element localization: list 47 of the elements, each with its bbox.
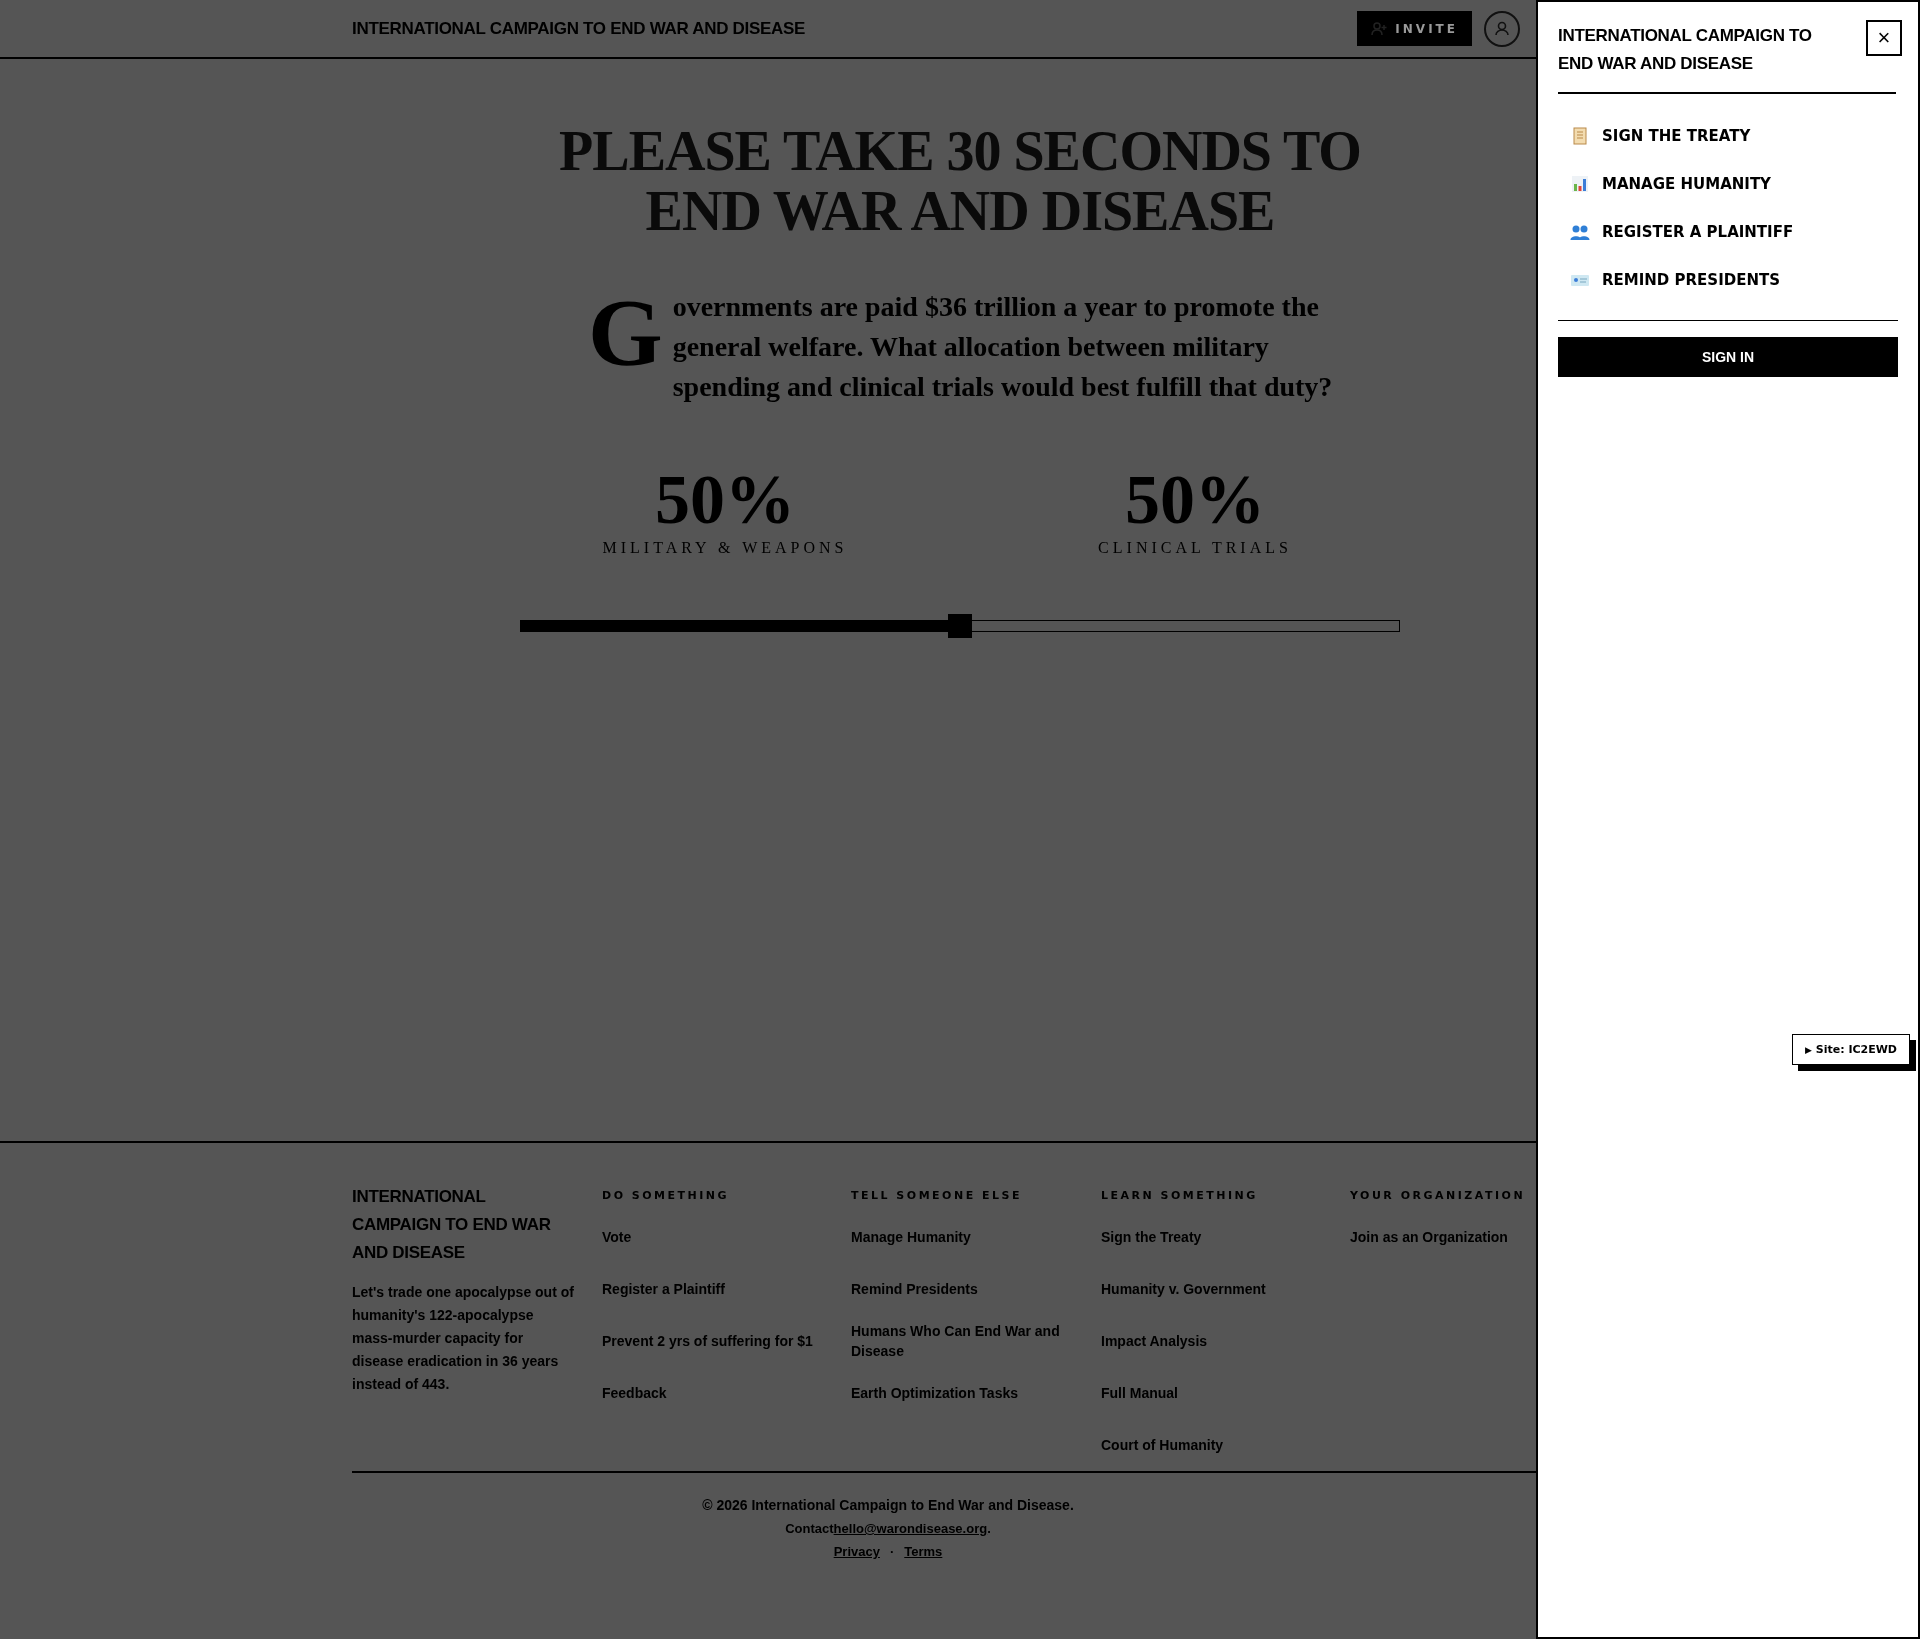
slider-handle[interactable] <box>948 614 972 638</box>
separator-dot: · <box>889 1544 895 1559</box>
invite-button[interactable]: INVITE <box>1357 11 1472 46</box>
footer-link[interactable]: Impact Analysis <box>1101 1321 1324 1361</box>
legal-link[interactable]: Privacy <box>833 1544 880 1559</box>
footer-link[interactable]: Court of Humanity <box>1101 1425 1324 1465</box>
page-heading: PLEASE TAKE 30 SECONDS TO END WAR AND DISEASE <box>558 121 1362 241</box>
legal-link[interactable]: Terms <box>904 1544 943 1559</box>
drop-cap: G <box>588 293 663 373</box>
footer-link[interactable]: Humanity v. Government <box>1101 1269 1324 1309</box>
menu-item[interactable]: REMIND PRESIDENTS <box>1570 256 1898 304</box>
footer-link[interactable]: Earth Optimization Tasks <box>851 1373 1075 1413</box>
footer-description: Let's trade one apocalypse out of humanity's 122-apocalypse mass-murder capacity for disease eradication in 36 years instead of 443. <box>352 1283 575 1394</box>
footer-heading: DO SOMETHING <box>602 1189 731 1204</box>
footer-link[interactable]: Manage Humanity <box>851 1217 1075 1257</box>
footer-link[interactable]: Full Manual <box>1101 1373 1324 1413</box>
contact-label: Contact <box>785 1521 834 1536</box>
percentage-value: 50% <box>655 463 795 537</box>
footer-link[interactable]: Humans Who Can End War and Disease <box>851 1321 1075 1361</box>
close-button[interactable]: × <box>1866 20 1902 56</box>
footer-heading: TELL SOMEONE ELSE <box>851 1189 1023 1204</box>
footer-link[interactable]: Prevent 2 yrs of suffering for $1 <box>602 1321 825 1361</box>
footer-heading: LEARN SOMETHING <box>1101 1189 1259 1204</box>
menu-item[interactable]: MANAGE HUMANITY <box>1570 160 1898 208</box>
copyright-text: © 2026 International Campaign to End War and Disease. <box>702 1497 1074 1513</box>
bar-chart-icon <box>1570 174 1590 194</box>
user-account-icon[interactable] <box>1484 10 1520 47</box>
footer-link[interactable]: Register a Plaintiff <box>602 1269 825 1309</box>
allocation-label: MILITARY & WEAPONS <box>602 539 848 557</box>
footer-link[interactable]: Vote <box>602 1217 825 1257</box>
question-text: overnments are paid $36 trillion a year to promote the general welfare. What allocation between military spending and clinical trials would best fulfill that duty? <box>672 291 1333 402</box>
slider-track[interactable] <box>520 620 1400 632</box>
scroll-icon <box>1570 126 1590 146</box>
footer-link[interactable]: Feedback <box>602 1373 825 1413</box>
site-title[interactable]: INTERNATIONAL CAMPAIGN TO END WAR AND DISEASE <box>352 18 806 39</box>
percentage-value: 50% <box>1125 463 1265 537</box>
panel-title: INTERNATIONAL CAMPAIGN TO END WAR AND DISEASE <box>1558 25 1813 75</box>
menu-item[interactable]: SIGN THE TREATY <box>1570 112 1898 160</box>
footer-heading: YOUR ORGANIZATION <box>1350 1189 1527 1204</box>
add-user-icon <box>1371 21 1388 36</box>
footer-brand: INTERNATIONAL CAMPAIGN TO END WAR AND DISEASE <box>352 1186 552 1264</box>
sign-in-button[interactable]: SIGN IN <box>1558 337 1898 377</box>
footer-link[interactable]: Remind Presidents <box>851 1269 1075 1309</box>
allocation-label: CLINICAL TRIALS <box>1098 539 1292 557</box>
footer-link[interactable]: Sign the Treaty <box>1101 1217 1324 1257</box>
menu-item[interactable]: REGISTER A PLAINTIFF <box>1570 208 1898 256</box>
period-text: . <box>987 1521 991 1536</box>
